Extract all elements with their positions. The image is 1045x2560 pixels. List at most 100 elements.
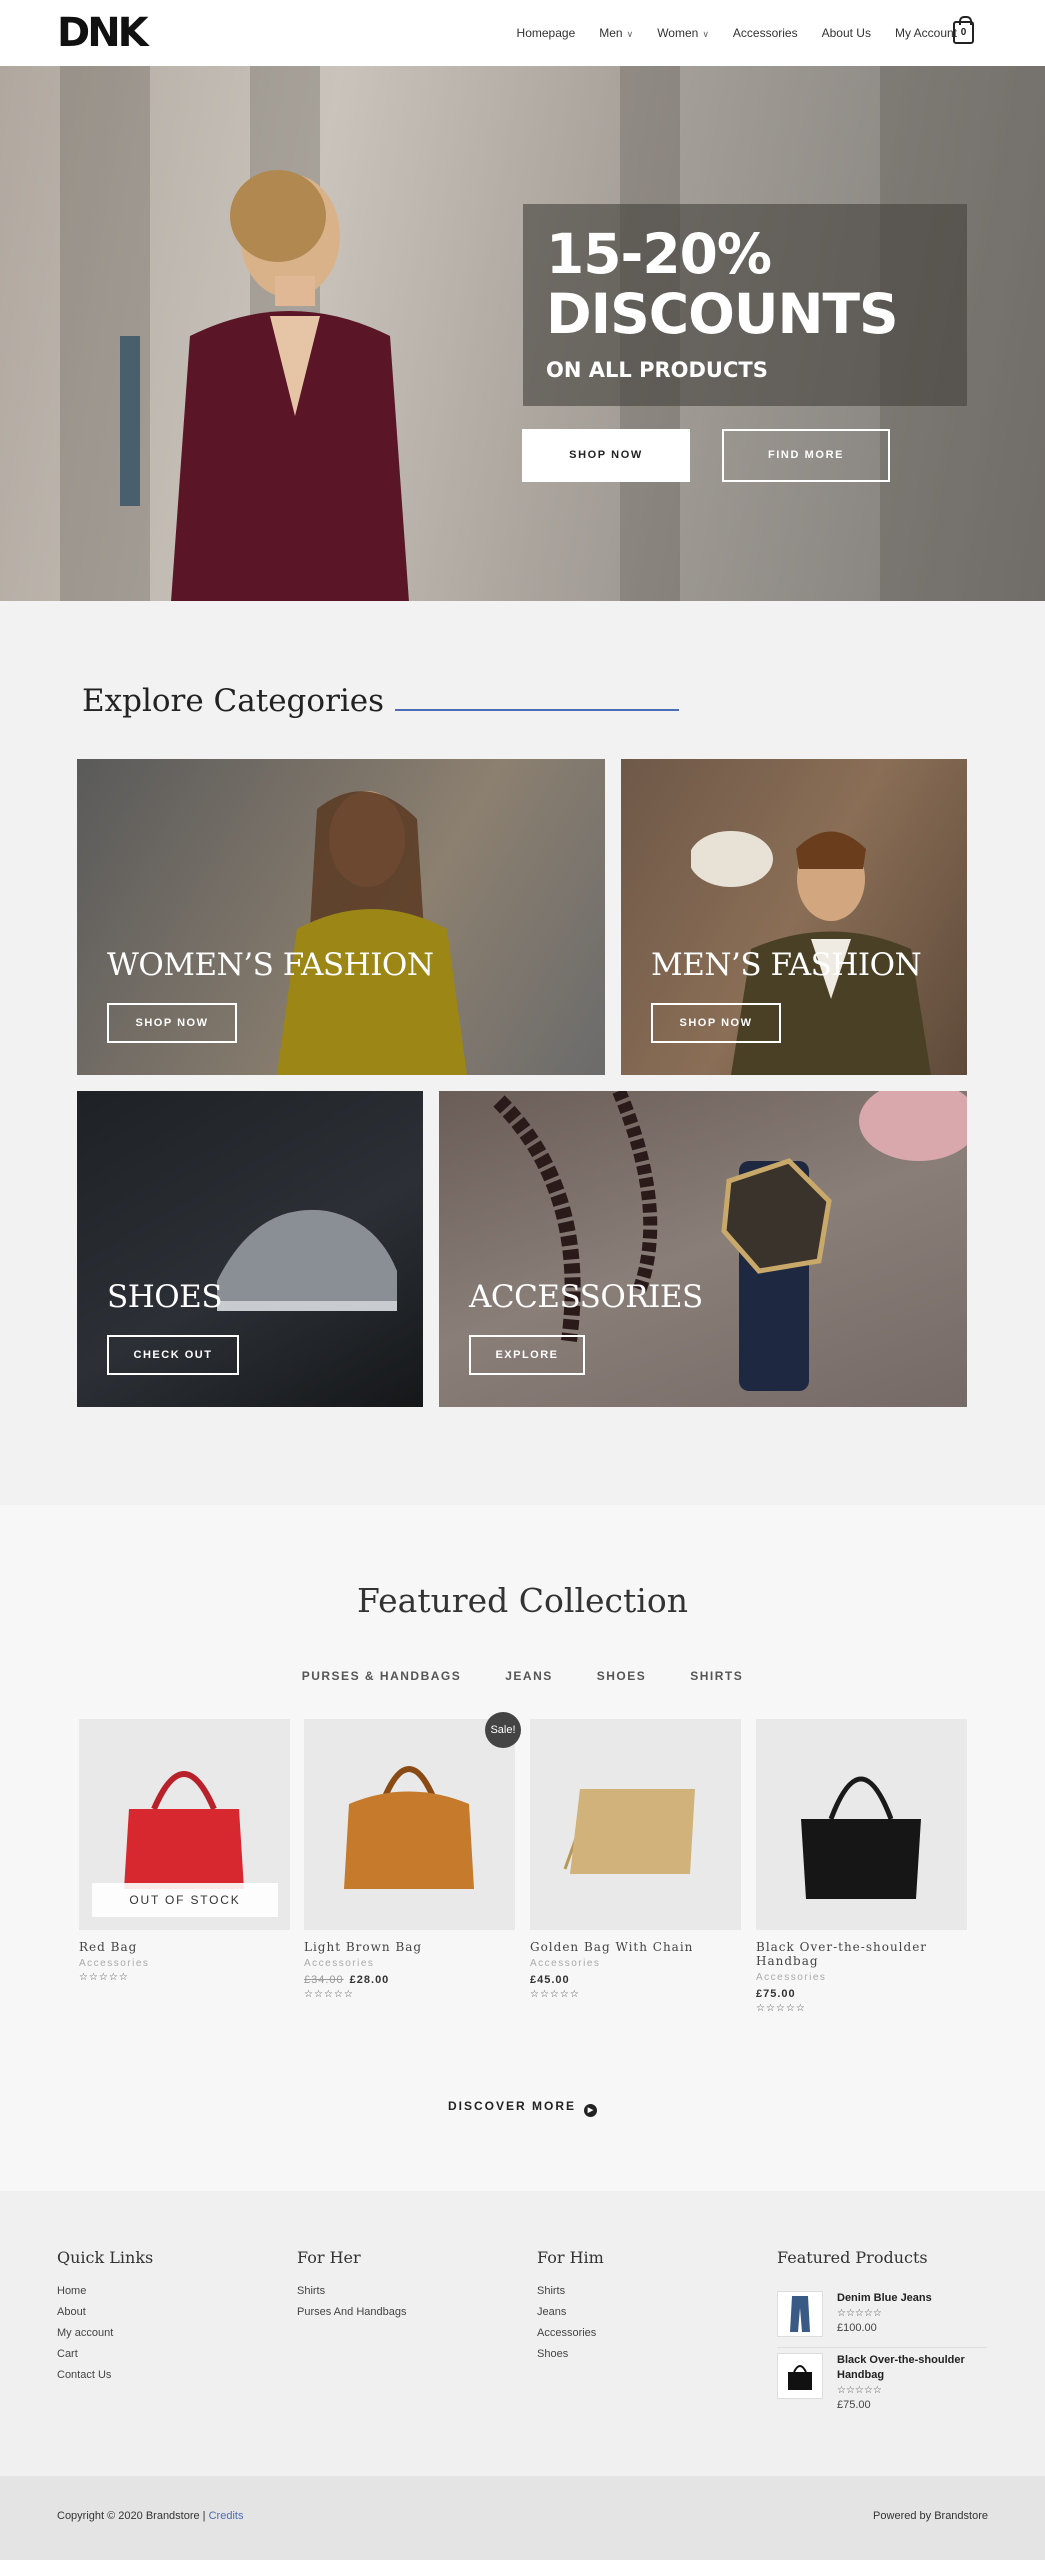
shop-now-button[interactable]: SHOP NOW bbox=[522, 429, 690, 482]
shoes-image bbox=[217, 1209, 397, 1311]
nav-homepage[interactable]: Homepage bbox=[517, 26, 576, 40]
footer-product-name[interactable]: Denim Blue Jeans bbox=[837, 2291, 987, 2306]
shop-now-button[interactable]: SHOP NOW bbox=[107, 1003, 237, 1043]
out-of-stock-label: OUT OF STOCK bbox=[92, 1883, 278, 1917]
check-out-button[interactable]: CHECK OUT bbox=[107, 1335, 239, 1375]
product-thumbnail[interactable] bbox=[777, 2291, 823, 2337]
category-tile-womens[interactable]: WOMEN’S FASHION SHOP NOW bbox=[77, 759, 605, 1075]
filter-shoes[interactable]: SHOES bbox=[597, 1669, 647, 1683]
product-image[interactable] bbox=[756, 1719, 967, 1930]
nav-men-label: Men bbox=[599, 26, 623, 40]
sale-price: £28.00 bbox=[349, 1974, 390, 1986]
hero-title-line2: DISCOUNTS bbox=[546, 282, 899, 346]
womens-model-image bbox=[277, 791, 467, 1075]
footer-link-home[interactable]: Home bbox=[57, 2285, 153, 2297]
category-name: WOMEN’S FASHION bbox=[107, 947, 434, 983]
discover-more-link[interactable]: DISCOVER MORE ▶ bbox=[0, 2099, 1045, 2117]
sale-badge: Sale! bbox=[485, 1712, 521, 1748]
product-card[interactable]: Black Over-the-shoulder Handbag Accessor… bbox=[756, 1719, 967, 2014]
product-image[interactable]: OUT OF STOCK bbox=[79, 1719, 290, 1930]
category-name: MEN’S FASHION bbox=[651, 947, 922, 983]
product-name[interactable]: Black Over-the-shoulder Handbag bbox=[756, 1940, 967, 1968]
rating-stars: ☆☆☆☆☆ bbox=[530, 1989, 580, 2000]
product-card[interactable]: OUT OF STOCK Red Bag Accessories ☆☆☆☆☆ bbox=[79, 1719, 290, 1983]
footer-product-price: £75.00 bbox=[837, 2399, 871, 2411]
footer-product-name[interactable]: Black Over-the-shoulder Handbag bbox=[837, 2353, 987, 2383]
rating-stars: ☆☆☆☆☆ bbox=[756, 2003, 806, 2014]
shop-now-button[interactable]: SHOP NOW bbox=[651, 1003, 781, 1043]
footer-link-shirts[interactable]: Shirts bbox=[537, 2285, 604, 2297]
product-image[interactable] bbox=[304, 1719, 515, 1930]
rating-stars: ☆☆☆☆☆ bbox=[79, 1972, 129, 1983]
category-name: ACCESSORIES bbox=[469, 1279, 703, 1315]
footer-link-shoes[interactable]: Shoes bbox=[537, 2348, 604, 2360]
nav-about-us[interactable]: About Us bbox=[822, 26, 871, 40]
rating-stars: ☆☆☆☆☆ bbox=[304, 1989, 354, 2000]
rating-stars: ☆☆☆☆☆ bbox=[837, 2385, 882, 2396]
footer-link-shirts[interactable]: Shirts bbox=[297, 2285, 406, 2297]
category-tile-accessories[interactable]: ACCESSORIES EXPLORE bbox=[439, 1091, 967, 1407]
footer-heading: Quick Links bbox=[57, 2248, 154, 2267]
chevron-down-icon: ∨ bbox=[626, 29, 634, 39]
nav-my-account[interactable]: My Account bbox=[895, 26, 957, 40]
filter-jeans[interactable]: JEANS bbox=[505, 1669, 553, 1683]
site-logo[interactable]: DNK bbox=[57, 10, 149, 56]
categories-section: Explore Categories WOMEN’S FASHION SHOP … bbox=[0, 601, 1045, 1505]
cart-icon[interactable]: 0 bbox=[953, 16, 974, 44]
explore-button[interactable]: EXPLORE bbox=[469, 1335, 585, 1375]
category-tile-shoes[interactable]: SHOES CHECK OUT bbox=[77, 1091, 423, 1407]
featured-collection-section: Featured Collection PURSES & HANDBAGS JE… bbox=[0, 1505, 1045, 2191]
product-category: Accessories bbox=[304, 1958, 375, 1969]
filter-shirts[interactable]: SHIRTS bbox=[690, 1669, 743, 1683]
credits-link[interactable]: Credits bbox=[209, 2510, 244, 2522]
footer-heading: For Her bbox=[297, 2248, 361, 2267]
product-image[interactable] bbox=[530, 1719, 741, 1930]
footer-link-about[interactable]: About bbox=[57, 2306, 153, 2318]
footer-link-accessories[interactable]: Accessories bbox=[537, 2327, 604, 2339]
product-name[interactable]: Red Bag bbox=[79, 1940, 290, 1954]
copyright-text: Copyright © 2020 Brandstore | bbox=[57, 2510, 209, 2522]
nav-women[interactable]: Women ∨ bbox=[657, 26, 709, 40]
product-name[interactable]: Golden Bag With Chain bbox=[530, 1940, 741, 1954]
site-header: DNK Homepage Men ∨ Women ∨ Accessories Abo… bbox=[0, 0, 1045, 66]
nav-men[interactable]: Men ∨ bbox=[599, 26, 633, 40]
site-footer: Quick Links Home About My account Cart C… bbox=[0, 2191, 1045, 2476]
product-card[interactable]: Light Brown Bag Accessories £34.00 £28.00… bbox=[304, 1719, 515, 2000]
footer-bottom-bar: Copyright © 2020 Brandstore | Credits Po… bbox=[0, 2476, 1045, 2560]
footer-link-my-account[interactable]: My account bbox=[57, 2327, 153, 2339]
product-price: £75.00 bbox=[756, 1988, 796, 2000]
copyright: Copyright © 2020 Brandstore | Credits bbox=[57, 2510, 243, 2522]
handbag-image bbox=[788, 2365, 812, 2390]
nav-accessories[interactable]: Accessories bbox=[733, 26, 798, 40]
filter-purses-handbags[interactable]: PURSES & HANDBAGS bbox=[302, 1669, 462, 1683]
footer-for-him: For Him Shirts Jeans Accessories Shoes bbox=[537, 2248, 604, 2369]
categories-title: Explore Categories bbox=[82, 683, 385, 719]
rating-stars: ☆☆☆☆☆ bbox=[837, 2308, 882, 2319]
footer-product-price: £100.00 bbox=[837, 2322, 877, 2334]
collection-filters: PURSES & HANDBAGS JEANS SHOES SHIRTS bbox=[0, 1669, 1045, 1683]
hero-title: 15-20% DISCOUNTS bbox=[546, 222, 899, 346]
product-category: Accessories bbox=[756, 1972, 827, 1983]
product-name[interactable]: Light Brown Bag bbox=[304, 1940, 515, 1954]
footer-product-item[interactable]: Black Over-the-shoulder Handbag ☆☆☆☆☆ £7… bbox=[777, 2353, 987, 2411]
discover-more-label: DISCOVER MORE bbox=[447, 2099, 576, 2113]
footer-link-cart[interactable]: Cart bbox=[57, 2348, 153, 2360]
category-name: SHOES bbox=[107, 1279, 223, 1315]
footer-link-contact-us[interactable]: Contact Us bbox=[57, 2369, 153, 2381]
category-tile-mens[interactable]: MEN’S FASHION SHOP NOW bbox=[621, 759, 967, 1075]
black-handbag-image bbox=[801, 1776, 921, 1899]
find-more-button[interactable]: FIND MORE bbox=[722, 429, 890, 482]
title-divider bbox=[395, 709, 679, 711]
footer-for-her: For Her Shirts Purses And Handbags bbox=[297, 2248, 406, 2327]
product-category: Accessories bbox=[79, 1958, 150, 1969]
footer-product-item[interactable]: Denim Blue Jeans ☆☆☆☆☆ £100.00 bbox=[777, 2291, 987, 2346]
product-thumbnail[interactable] bbox=[777, 2353, 823, 2399]
product-price: £45.00 bbox=[530, 1974, 570, 1986]
featured-title: Featured Collection bbox=[357, 1581, 688, 1620]
footer-link-purses[interactable]: Purses And Handbags bbox=[297, 2306, 406, 2318]
product-category: Accessories bbox=[530, 1958, 601, 1969]
hero-title-line1: 15-20% bbox=[546, 222, 772, 286]
product-card[interactable]: Golden Bag With Chain Accessories £45.00… bbox=[530, 1719, 741, 2000]
footer-link-jeans[interactable]: Jeans bbox=[537, 2306, 604, 2318]
footer-heading: For Him bbox=[537, 2248, 604, 2267]
